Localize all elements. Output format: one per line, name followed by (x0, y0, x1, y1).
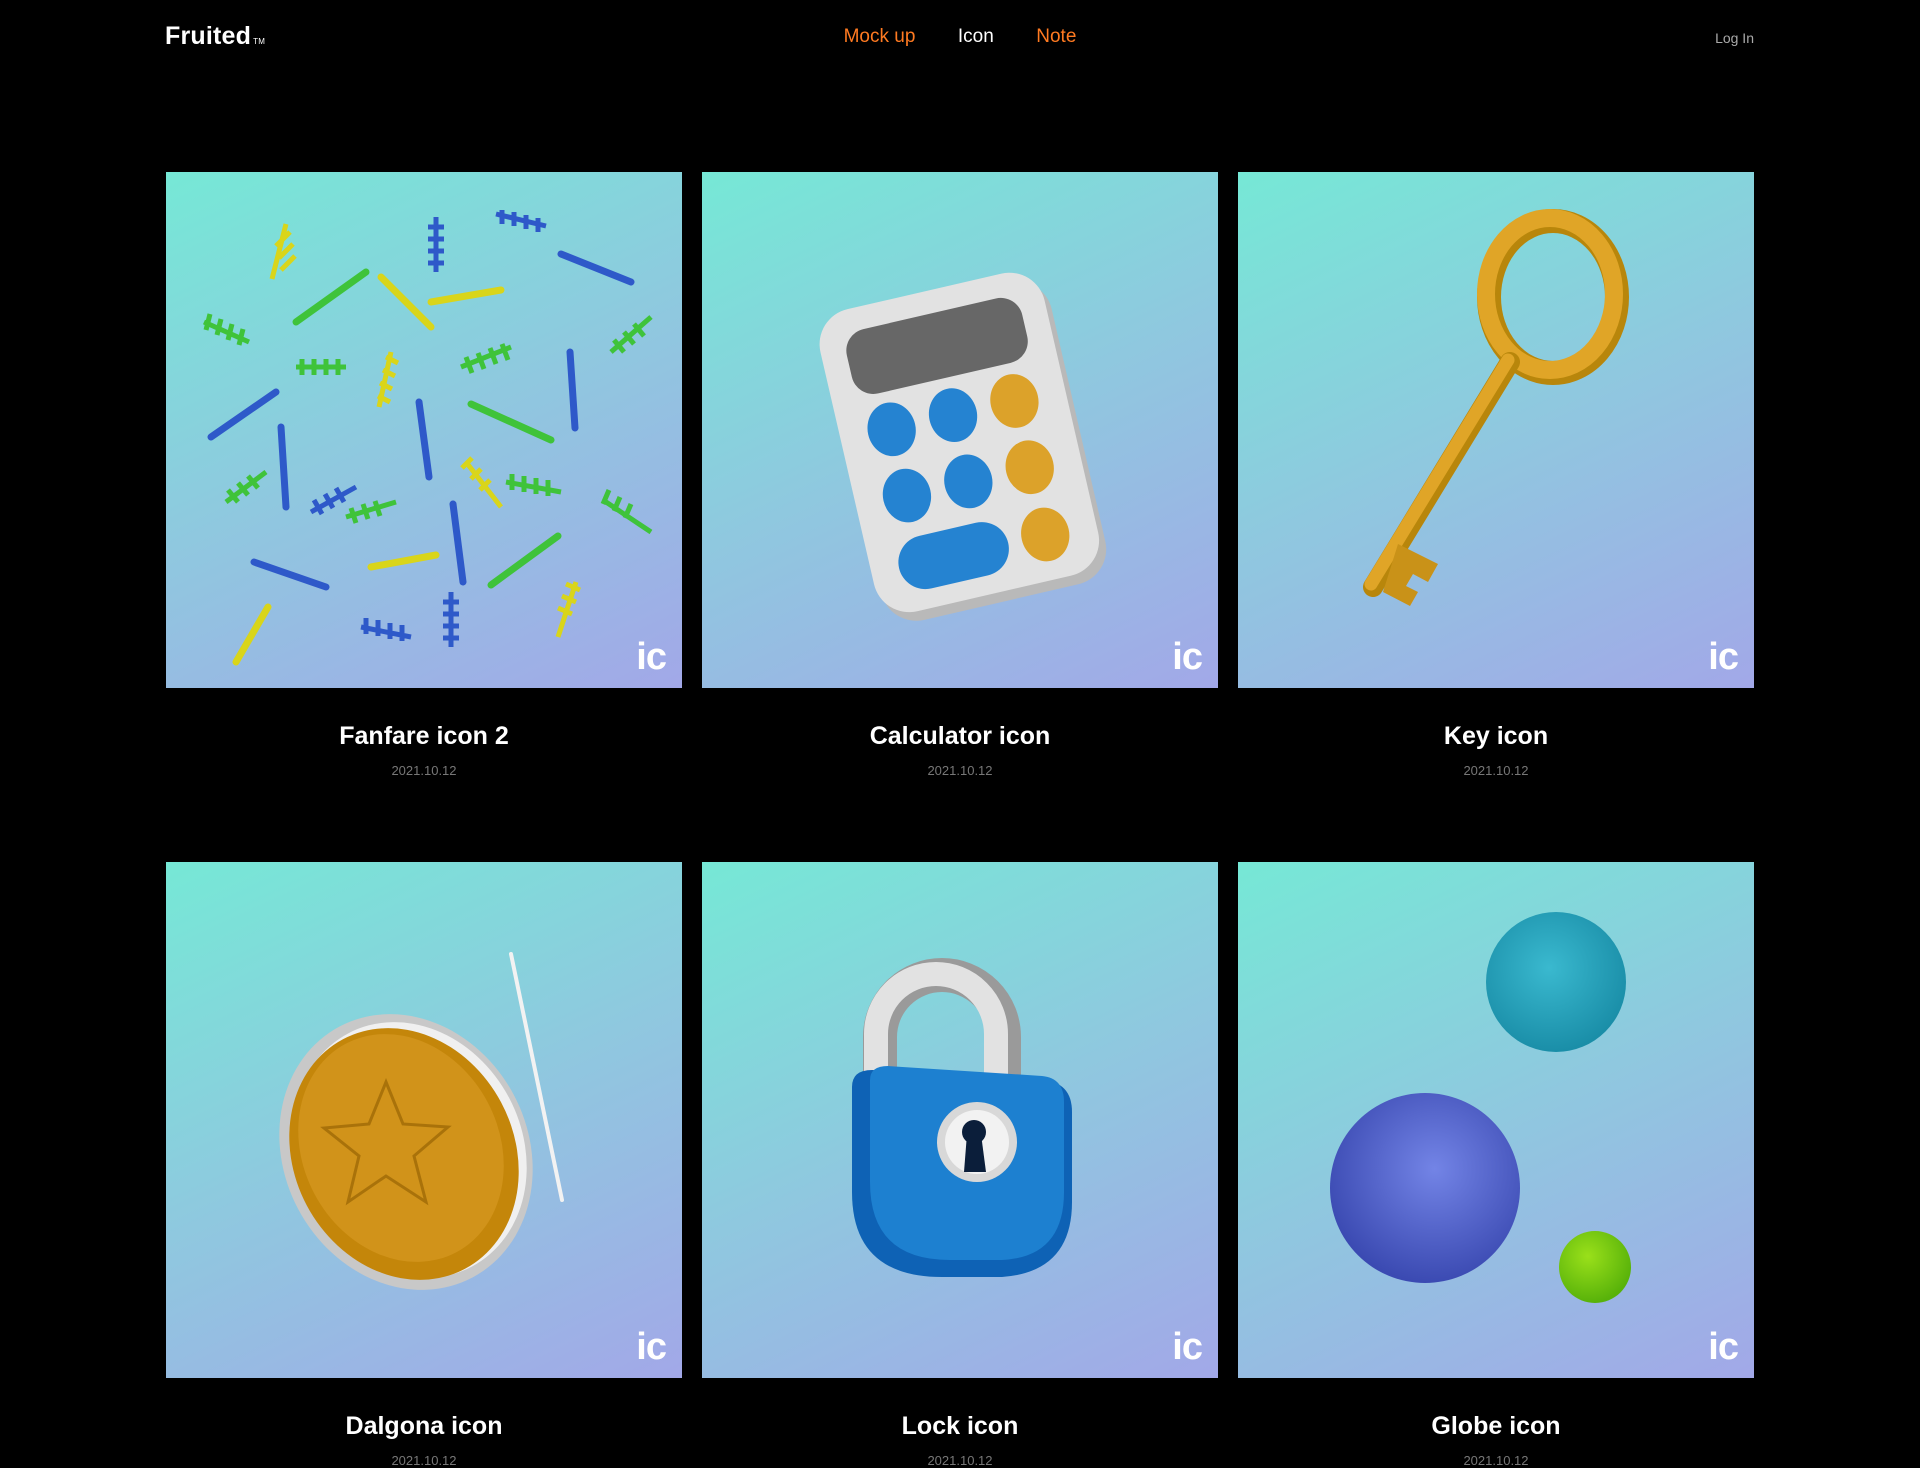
ic-badge: ic (1172, 636, 1203, 678)
card-lock[interactable]: ic Lock icon 2021.10.12 (702, 862, 1218, 1468)
lock-icon (852, 958, 1072, 1277)
card-thumbnail[interactable]: ic (166, 862, 682, 1378)
card-date: 2021.10.12 (927, 763, 993, 778)
card-thumbnail[interactable]: ic (702, 862, 1218, 1378)
globe-icon (1330, 912, 1631, 1303)
nav-mock-up[interactable]: Mock up (844, 26, 916, 48)
site-header: Fruited TM Mock up Icon Note Log In (0, 0, 1920, 80)
card-fanfare[interactable]: ic Fanfare icon 2 2021.10.12 (166, 172, 682, 778)
key-icon (1363, 209, 1629, 606)
card-title[interactable]: Key icon (1238, 722, 1754, 751)
ic-badge: ic (1708, 636, 1739, 678)
card-title[interactable]: Globe icon (1238, 1412, 1754, 1441)
card-thumbnail[interactable]: ic (702, 172, 1218, 688)
card-title[interactable]: Lock icon (702, 1412, 1218, 1441)
card-date: 2021.10.12 (391, 763, 457, 778)
card-date: 2021.10.12 (927, 1453, 993, 1468)
nav-note[interactable]: Note (1036, 26, 1076, 48)
card-key[interactable]: ic Key icon 2021.10.12 (1238, 172, 1754, 778)
login-link[interactable]: Log In (1715, 30, 1754, 46)
fanfare-icon (202, 210, 653, 666)
card-title[interactable]: Fanfare icon 2 (166, 722, 682, 751)
card-dalgona[interactable]: ic Dalgona icon 2021.10.12 (166, 862, 682, 1468)
dalgona-icon (279, 952, 564, 1290)
card-date: 2021.10.12 (391, 1453, 457, 1468)
card-title[interactable]: Dalgona icon (166, 1412, 682, 1441)
card-thumbnail[interactable]: ic (166, 172, 682, 688)
ic-badge: ic (1708, 1326, 1739, 1368)
ic-badge: ic (636, 636, 667, 678)
card-thumbnail[interactable]: ic (1238, 172, 1754, 688)
main-nav: Mock up Icon Note (0, 26, 1920, 48)
nav-icon[interactable]: Icon (958, 26, 994, 48)
ic-badge: ic (636, 1326, 667, 1368)
calculator-icon (819, 272, 1107, 621)
card-date: 2021.10.12 (1463, 1453, 1529, 1468)
card-globe[interactable]: ic Globe icon 2021.10.12 (1238, 862, 1754, 1468)
ic-badge: ic (1172, 1326, 1203, 1368)
card-date: 2021.10.12 (1463, 763, 1529, 778)
card-calculator[interactable]: ic Calculator icon 2021.10.12 (702, 172, 1218, 778)
card-thumbnail[interactable]: ic (1238, 862, 1754, 1378)
card-title[interactable]: Calculator icon (702, 722, 1218, 751)
